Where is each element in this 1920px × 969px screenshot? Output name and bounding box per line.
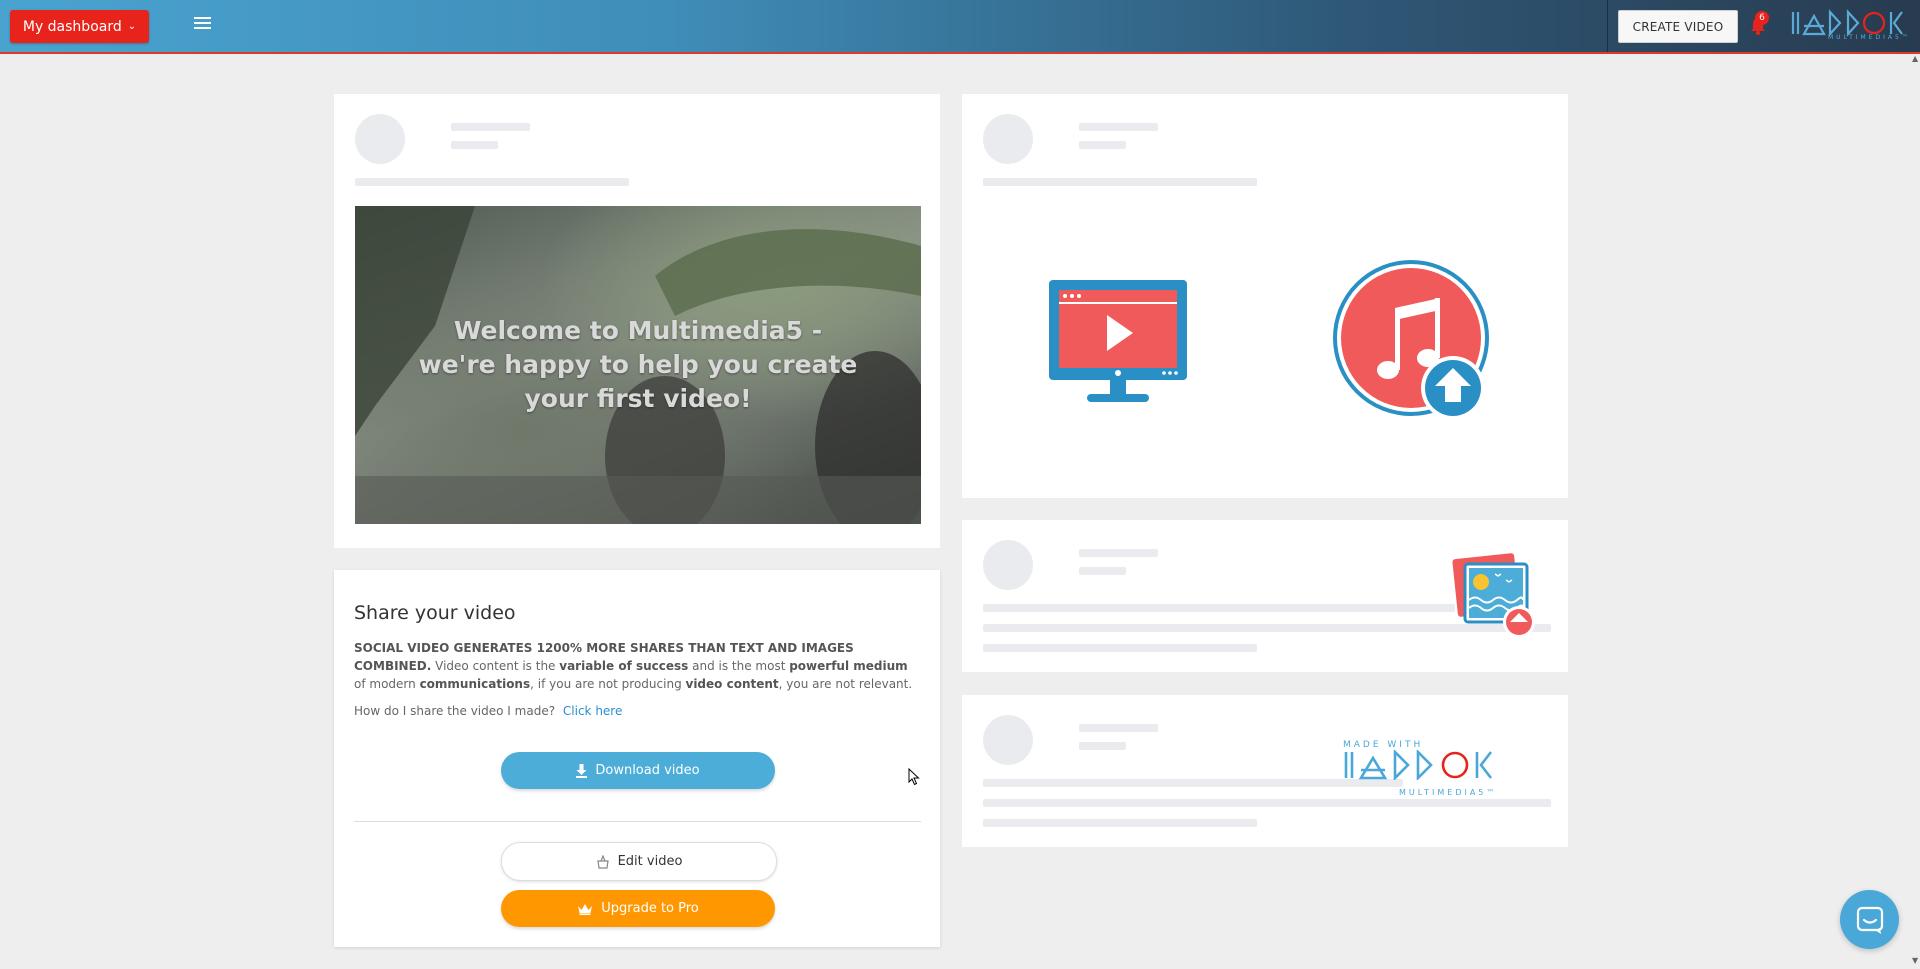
share-text: Video content is the bbox=[431, 659, 560, 673]
image-card bbox=[962, 520, 1568, 672]
crown-icon bbox=[578, 903, 593, 915]
share-title: Share your video bbox=[354, 602, 516, 624]
placeholder-line bbox=[451, 123, 530, 131]
download-video-label: Download video bbox=[595, 763, 700, 778]
download-icon bbox=[576, 763, 588, 778]
placeholder-avatar bbox=[983, 540, 1033, 590]
scroll-down-arrow[interactable]: ▼ bbox=[1912, 956, 1918, 965]
upgrade-to-pro-label: Upgrade to Pro bbox=[601, 901, 699, 916]
share-question: How do I share the video I made? Click h… bbox=[354, 704, 622, 718]
placeholder-avatar bbox=[983, 114, 1033, 164]
notification-badge: 6 bbox=[1755, 11, 1769, 25]
share-bold: powerful medium bbox=[789, 659, 908, 673]
placeholder-line bbox=[1079, 567, 1126, 575]
basket-icon bbox=[596, 854, 609, 869]
chevron-down-icon: ⌄ bbox=[127, 21, 137, 32]
share-text: , if you are not producing bbox=[530, 677, 686, 691]
placeholder-line bbox=[983, 799, 1551, 807]
share-description: SOCIAL VIDEO GENERATES 1200% MORE SHARES… bbox=[354, 639, 922, 693]
chat-launcher-button[interactable] bbox=[1840, 890, 1899, 949]
scroll-up-arrow[interactable]: ▲ bbox=[1912, 54, 1918, 63]
welcome-message: Welcome to Multimedia5 - we're happy to … bbox=[418, 316, 858, 413]
placeholder-line bbox=[451, 141, 498, 149]
made-with-logo[interactable]: MADE WITH MULTIMEDIA5™ bbox=[1343, 740, 1513, 797]
haddok-wordmark bbox=[1344, 748, 1493, 782]
create-video-button[interactable]: CREATE VIDEO bbox=[1618, 10, 1738, 43]
dashboard-label: My dashboard bbox=[22, 18, 122, 35]
placeholder-line bbox=[355, 178, 629, 186]
placeholder-line bbox=[1079, 141, 1126, 149]
logo-subtitle: MULTIMEDIA5™ bbox=[1828, 34, 1911, 41]
share-bold: variable of success bbox=[559, 659, 689, 673]
share-bold: video content bbox=[685, 677, 779, 691]
dashboard-dropdown-button[interactable]: My dashboard ⌄ bbox=[10, 10, 149, 43]
placeholder-line bbox=[983, 604, 1455, 612]
upgrade-to-pro-button[interactable]: Upgrade to Pro bbox=[501, 890, 775, 927]
placeholder-line bbox=[983, 779, 1403, 787]
placeholder-line bbox=[1079, 123, 1158, 131]
placeholder-line bbox=[983, 819, 1257, 827]
share-text: and is the most bbox=[688, 659, 790, 673]
video-monitor-icon[interactable] bbox=[1047, 278, 1189, 408]
click-here-link[interactable]: Click here bbox=[563, 704, 622, 718]
made-with-label: MADE WITH bbox=[1343, 740, 1424, 750]
share-text: , you are not relevant. bbox=[778, 677, 913, 691]
placeholder-line bbox=[1079, 742, 1126, 750]
placeholder-avatar bbox=[355, 114, 405, 164]
welcome-image: Welcome to Multimedia5 - we're happy to … bbox=[355, 206, 921, 524]
share-question-text: How do I share the video I made? bbox=[354, 704, 556, 718]
music-upload-icon[interactable] bbox=[1333, 260, 1501, 428]
menu-icon[interactable] bbox=[194, 17, 211, 31]
edit-video-label: Edit video bbox=[617, 854, 683, 869]
share-text: of modern bbox=[354, 677, 420, 691]
topbar-divider bbox=[1607, 0, 1608, 52]
mouse-cursor-icon bbox=[908, 768, 920, 786]
divider bbox=[354, 821, 921, 822]
placeholder-line bbox=[983, 178, 1257, 186]
share-bold: communications bbox=[419, 677, 531, 691]
placeholder-line bbox=[1079, 549, 1158, 557]
download-video-button[interactable]: Download video bbox=[501, 752, 775, 789]
made-with-sublabel: MULTIMEDIA5™ bbox=[1399, 788, 1498, 797]
placeholder-line bbox=[983, 644, 1257, 652]
image-upload-icon[interactable] bbox=[1451, 552, 1539, 638]
top-bar: My dashboard ⌄ CREATE VIDEO 6 MULTIMEDIA… bbox=[0, 0, 1920, 54]
chat-icon bbox=[1856, 906, 1883, 934]
placeholder-avatar bbox=[983, 715, 1033, 765]
media-card bbox=[962, 94, 1568, 498]
edit-video-button[interactable]: Edit video bbox=[501, 842, 777, 881]
placeholder-line bbox=[1079, 724, 1158, 732]
